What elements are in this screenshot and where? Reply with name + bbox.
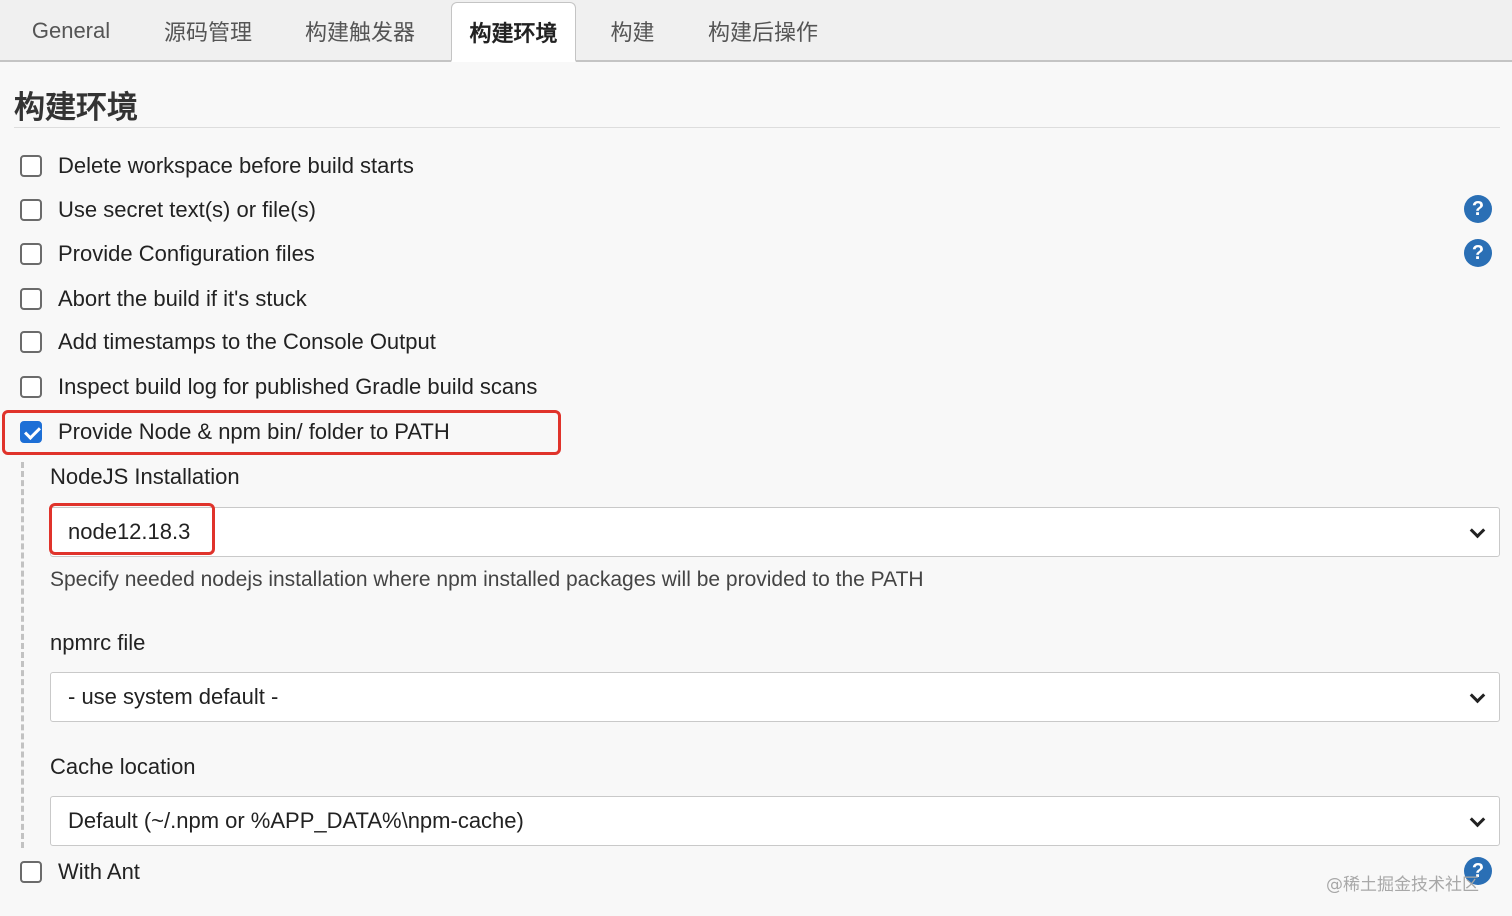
section-title: 构建环境 <box>14 90 138 126</box>
highlight-box <box>49 503 215 555</box>
nodejs-installation-help: Specify needed nodejs installation where… <box>50 568 924 591</box>
tab-bar: General 源码管理 构建触发器 构建环境 构建 构建后操作 <box>0 0 1512 62</box>
select-value: Default (~/.npm or %APP_DATA%\npm-cache) <box>68 808 524 833</box>
option-secret-text[interactable]: Use secret text(s) or file(s) <box>20 195 316 225</box>
tab-post-build-actions[interactable]: 构建后操作 <box>693 0 833 62</box>
checkbox[interactable] <box>20 155 42 177</box>
nodejs-installation-select[interactable]: node12.18.3 <box>50 507 1500 557</box>
option-timestamps[interactable]: Add timestamps to the Console Output <box>20 327 436 357</box>
tab-source-management[interactable]: 源码管理 <box>150 0 266 62</box>
option-label: Inspect build log for published Gradle b… <box>58 374 538 399</box>
option-abort-stuck[interactable]: Abort the build if it's stuck <box>20 284 307 314</box>
chevron-down-icon <box>1469 522 1486 539</box>
tab-general[interactable]: General <box>10 0 132 62</box>
option-label: Provide Configuration files <box>58 241 315 266</box>
option-with-ant[interactable]: With Ant <box>20 857 140 887</box>
npmrc-select[interactable]: - use system default - <box>50 672 1500 722</box>
option-label: Provide Node & npm bin/ folder to PATH <box>58 419 450 444</box>
option-label: Delete workspace before build starts <box>58 153 414 178</box>
checkbox[interactable] <box>20 243 42 265</box>
option-gradle-scans[interactable]: Inspect build log for published Gradle b… <box>20 372 537 402</box>
watermark: @稀土掘金技术社区 <box>1326 875 1479 895</box>
checkbox-checked[interactable] <box>20 421 42 443</box>
chevron-down-icon <box>1469 811 1486 828</box>
tab-build[interactable]: 构建 <box>595 0 670 62</box>
checkbox[interactable] <box>20 331 42 353</box>
option-config-files[interactable]: Provide Configuration files <box>20 239 315 269</box>
checkbox[interactable] <box>20 376 42 398</box>
nodejs-installation-label: NodeJS Installation <box>50 464 240 489</box>
option-label: With Ant <box>58 859 140 884</box>
checkbox[interactable] <box>20 288 42 310</box>
nested-section-indicator <box>21 462 24 848</box>
option-label: Add timestamps to the Console Output <box>58 329 436 354</box>
tab-build-environment[interactable]: 构建环境 <box>451 2 576 62</box>
option-label: Use secret text(s) or file(s) <box>58 197 316 222</box>
select-value: - use system default - <box>68 684 279 709</box>
option-delete-workspace[interactable]: Delete workspace before build starts <box>20 151 414 181</box>
help-icon[interactable]: ? <box>1464 195 1492 223</box>
cache-location-select[interactable]: Default (~/.npm or %APP_DATA%\npm-cache) <box>50 796 1500 846</box>
help-icon[interactable]: ? <box>1464 239 1492 267</box>
section-divider <box>14 127 1500 128</box>
option-provide-node[interactable]: Provide Node & npm bin/ folder to PATH <box>20 417 450 447</box>
tab-build-triggers[interactable]: 构建触发器 <box>290 0 430 62</box>
cache-location-label: Cache location <box>50 754 196 779</box>
chevron-down-icon <box>1469 687 1486 704</box>
option-label: Abort the build if it's stuck <box>58 286 307 311</box>
checkbox[interactable] <box>20 199 42 221</box>
npmrc-label: npmrc file <box>50 630 146 655</box>
checkbox[interactable] <box>20 861 42 883</box>
